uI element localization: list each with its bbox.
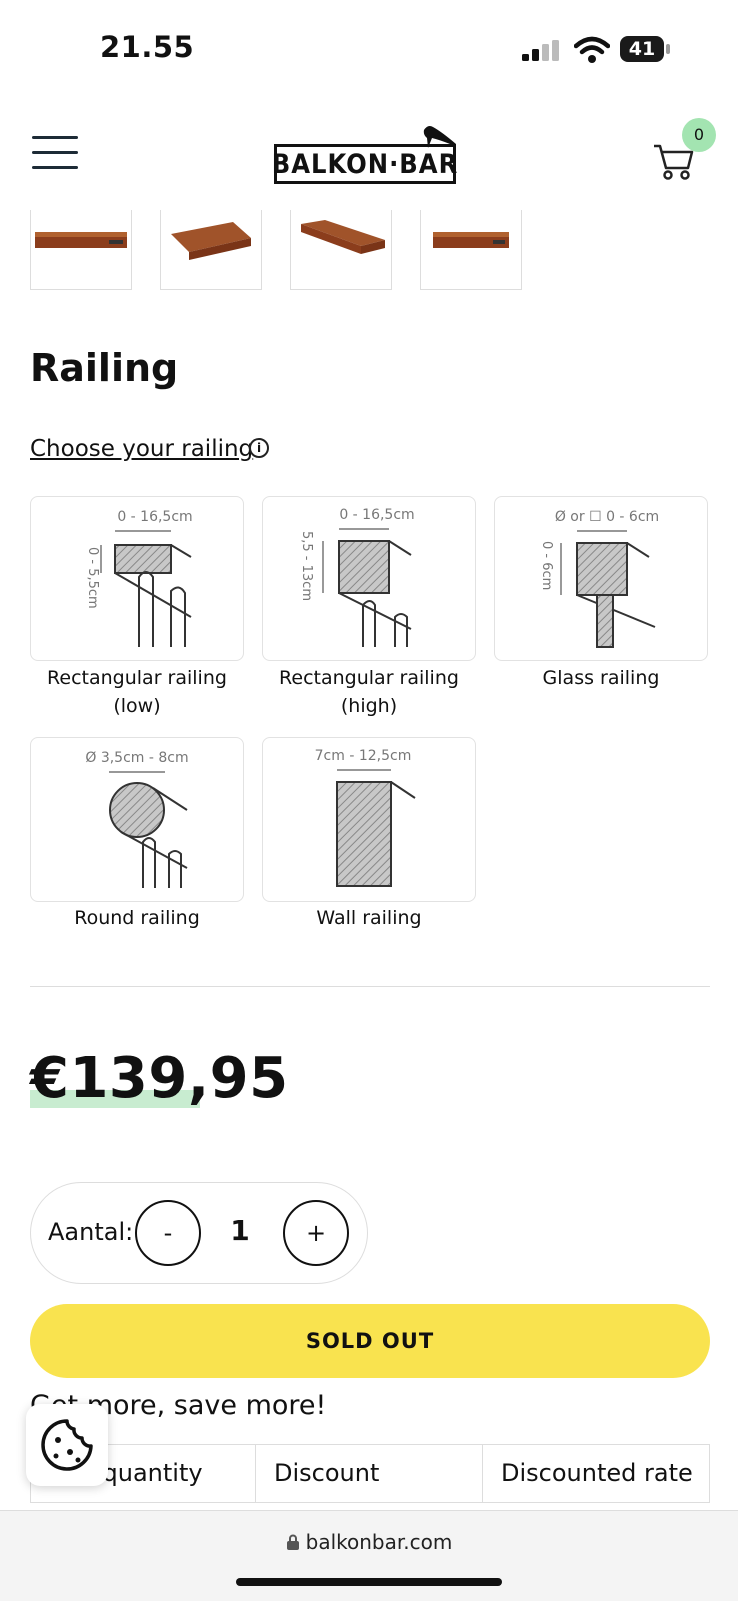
dimension-top: Ø or ☐ 0 - 6cm xyxy=(555,509,659,525)
table-header-discount: Discount xyxy=(255,1444,482,1502)
railing-option-label: Wall railing xyxy=(316,907,422,929)
railing-option-label: Glass railing xyxy=(542,667,660,689)
product-price: €139,95 xyxy=(30,1046,289,1111)
info-icon[interactable]: i xyxy=(249,438,269,458)
quantity-increase-button[interactable]: + xyxy=(283,1200,349,1266)
balkonbar-logo[interactable]: BALKON·BAR xyxy=(272,120,468,192)
browser-bottom-bar xyxy=(0,1510,738,1601)
sold-out-button[interactable]: SOLD OUT xyxy=(30,1304,710,1378)
cellular-signal-icon xyxy=(522,40,559,61)
battery-level: 41 xyxy=(628,38,656,60)
railing-option-wall[interactable]: 7cm - 12,5cm xyxy=(262,737,476,902)
round-railing-diagram: Ø 3,5cm - 8cm xyxy=(85,750,189,888)
dimension-side: 5,5 - 13cm xyxy=(299,531,314,601)
cookie-settings-button[interactable] xyxy=(26,1404,108,1486)
lock-icon xyxy=(286,1534,299,1550)
railing-option-label: Rectangular railing (low) xyxy=(47,667,227,717)
quantity-label: Aantal: xyxy=(48,1218,134,1246)
quantity-decrease-button[interactable]: - xyxy=(135,1200,201,1266)
choose-railing-link[interactable]: Choose your railing xyxy=(30,436,253,462)
dimension-top: Ø 3,5cm - 8cm xyxy=(85,750,188,766)
shelf-image xyxy=(171,222,251,260)
cookie-icon xyxy=(41,1419,93,1471)
railing-heading: Railing xyxy=(30,346,179,390)
railing-option-round[interactable]: Ø 3,5cm - 8cm xyxy=(30,737,244,902)
table-row xyxy=(30,1502,710,1503)
railing-option-rectangular-high[interactable]: 0 - 16,5cm 5,5 - 13cm xyxy=(262,496,476,661)
rectangular-low-diagram: 0 - 16,5cm 0 - 5,5cm xyxy=(85,509,193,647)
shelf-image xyxy=(35,232,127,248)
shelf-image xyxy=(301,220,385,254)
product-thumbnail[interactable] xyxy=(30,210,132,290)
railing-option-label: Rectangular railing (high) xyxy=(279,667,459,717)
cart-count-badge: 0 xyxy=(682,118,716,152)
table-header-discounted-rate: Discounted rate xyxy=(482,1444,710,1502)
railing-option-rectangular-low[interactable]: 0 - 16,5cm 0 - 5,5cm xyxy=(30,496,244,661)
wall-railing-diagram: 7cm - 12,5cm xyxy=(315,748,416,887)
quantity-value[interactable]: 1 xyxy=(228,1214,252,1247)
battery-icon: 41 xyxy=(620,36,670,62)
section-divider xyxy=(30,986,710,987)
dimension-top: 0 - 16,5cm xyxy=(117,509,192,525)
bird-icon xyxy=(423,126,456,148)
product-thumbnail[interactable] xyxy=(160,210,262,290)
status-time: 21.55 xyxy=(100,30,195,64)
railing-option-label: Round railing xyxy=(74,907,200,929)
url-text: balkonbar.com xyxy=(305,1530,453,1554)
dimension-side: 0 - 5,5cm xyxy=(85,547,100,609)
hamburger-menu-icon[interactable] xyxy=(32,136,78,170)
dimension-side: 0 - 6cm xyxy=(539,541,554,590)
shelf-image xyxy=(433,232,509,248)
url-bar[interactable]: balkonbar.com xyxy=(0,1530,738,1554)
wifi-icon xyxy=(574,36,610,63)
glass-railing-diagram: Ø or ☐ 0 - 6cm 0 - 6cm xyxy=(539,509,659,648)
dimension-top: 0 - 16,5cm xyxy=(339,507,414,523)
railing-option-glass[interactable]: Ø or ☐ 0 - 6cm 0 - 6cm xyxy=(494,496,708,661)
product-thumbnail[interactable] xyxy=(290,210,392,290)
home-indicator[interactable] xyxy=(236,1578,502,1586)
logo-text: BALKON·BAR xyxy=(272,144,457,184)
dimension-top: 7cm - 12,5cm xyxy=(315,748,412,764)
product-thumbnail[interactable] xyxy=(420,210,522,290)
rectangular-high-diagram: 0 - 16,5cm 5,5 - 13cm xyxy=(299,507,415,647)
